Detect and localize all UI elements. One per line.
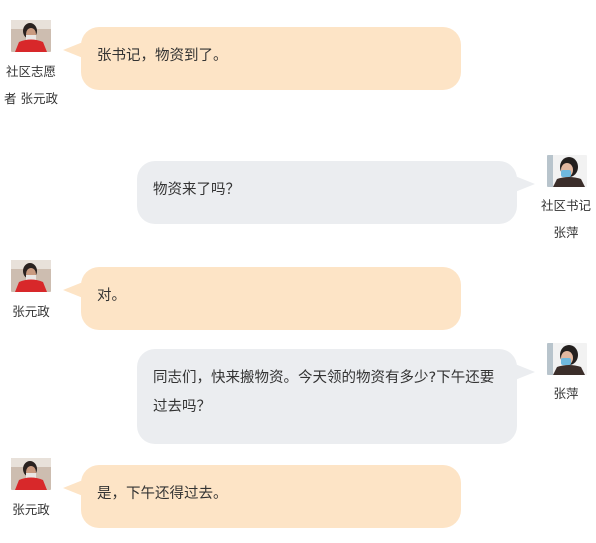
message-text: 是，下午还得过去。	[97, 486, 228, 502]
bubble-tail	[63, 42, 83, 58]
message-text: 张书记，物资到了。	[97, 48, 228, 64]
bubble-tail	[63, 282, 83, 298]
bubble-tail	[63, 480, 83, 496]
sender-name: 张萍	[553, 386, 579, 401]
sender-name: 张元政	[12, 304, 50, 319]
volunteer-avatar[interactable]	[11, 260, 51, 292]
message-bubble: 张书记，物资到了。	[63, 27, 461, 90]
message-bubble: 物资来了吗？	[137, 161, 535, 224]
secretary-avatar[interactable]	[547, 343, 587, 375]
message-text: 同志们，快来搬物资。今天领的物资有多少?下午还要过去吗？	[153, 370, 495, 415]
message-bubble: 对。	[63, 267, 461, 330]
secretary-avatar[interactable]	[547, 155, 587, 187]
bubble-tail	[515, 364, 535, 380]
sender-name: 张元政	[12, 502, 50, 517]
sender-name: 社区志愿者 张元政	[4, 64, 58, 106]
message-text: 对。	[97, 288, 126, 304]
message-bubble: 是，下午还得过去。	[63, 465, 461, 528]
bubble-tail	[515, 176, 535, 192]
sender-name: 社区书记 张萍	[540, 198, 591, 240]
message-bubble: 同志们，快来搬物资。今天领的物资有多少?下午还要过去吗？	[137, 349, 535, 444]
message-text: 物资来了吗？	[153, 182, 240, 198]
volunteer-avatar[interactable]	[11, 458, 51, 490]
volunteer-avatar[interactable]	[11, 20, 51, 52]
